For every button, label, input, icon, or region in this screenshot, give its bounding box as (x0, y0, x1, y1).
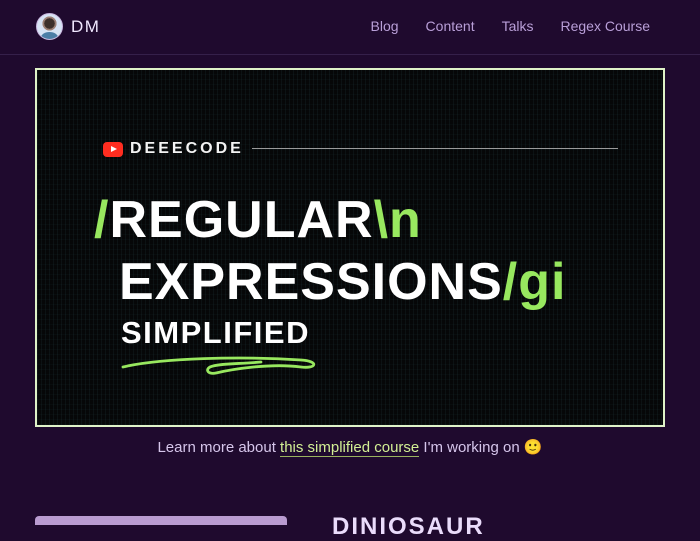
title-suffix-newline: \n (373, 191, 422, 249)
hero-title-line-2: EXPRESSIONS/gi (119, 256, 566, 308)
channel-brand: DEEECODE (103, 140, 244, 158)
caption-suffix: I'm working on 🙂 (419, 439, 543, 456)
home-link[interactable]: DM (36, 13, 100, 40)
next-content-card[interactable] (35, 516, 287, 525)
main-nav: Blog Content Talks Regex Course (371, 18, 650, 34)
title-word-expressions: EXPRESSIONS (119, 253, 503, 311)
title-suffix-flags: /gi (502, 253, 567, 311)
hero-subtitle: SIMPLIFIED (121, 315, 310, 350)
course-link[interactable]: this simplified course (280, 439, 420, 457)
caption-prefix: Learn more about (157, 439, 281, 456)
youtube-icon (103, 141, 123, 157)
hero-title-line-1: /REGULAR\n (94, 194, 422, 246)
nav-regex-course[interactable]: Regex Course (561, 18, 651, 34)
nav-content[interactable]: Content (426, 18, 475, 34)
hero-caption: Learn more about this simplified course … (0, 438, 700, 457)
site-header: DM Blog Content Talks Regex Course (0, 0, 700, 55)
title-prefix: / (94, 191, 110, 249)
divider-line (252, 148, 618, 149)
squiggle-underline (121, 356, 316, 375)
nav-blog[interactable]: Blog (371, 18, 399, 34)
channel-name: DEEECODE (130, 140, 244, 157)
title-word-regular: REGULAR (109, 191, 374, 249)
next-section-heading: DINIOSAUR (332, 513, 485, 540)
course-hero-banner[interactable]: DEEECODE /REGULAR\n EXPRESSIONS/gi SIMPL… (35, 68, 665, 427)
brand-name: DM (71, 16, 101, 36)
nav-talks[interactable]: Talks (502, 18, 534, 34)
avatar (36, 13, 63, 40)
